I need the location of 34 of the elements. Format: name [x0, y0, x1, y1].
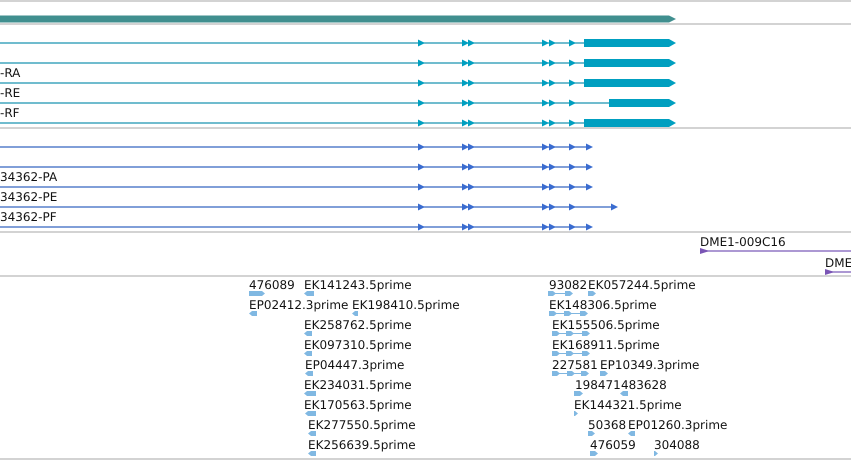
est-label: EK168911.5prime [552, 338, 660, 352]
protein-label: 34362-PE [0, 190, 58, 204]
est-label: EK141243.5prime [304, 278, 412, 292]
est-label: 50368 [588, 418, 626, 432]
est-label: EK057244.5prime [588, 278, 696, 292]
est-label: EK155506.5prime [552, 318, 660, 332]
protein-label: 34362-PA [0, 170, 58, 184]
est-label: 93082 [549, 278, 588, 292]
transcript-label: -RA [0, 66, 20, 80]
est-label: EP04447.3prime [305, 358, 404, 372]
transcript-label: -RE [0, 86, 20, 100]
est-label: EK198410.5prime [352, 298, 460, 312]
clone-label: DME [825, 256, 851, 270]
est-label: 476059 [590, 438, 636, 452]
est-label: EK258762.5prime [304, 318, 412, 332]
est-label: EP10349.3prime [600, 358, 700, 372]
est-label: EK148306.5prime [549, 298, 657, 312]
est-label: EK277550.5prime [308, 418, 416, 432]
clone-marker [825, 269, 851, 275]
est-label: EP01260.3prime [628, 418, 728, 432]
est-label: 483628 [621, 378, 667, 392]
est-label: 198471 [575, 378, 621, 392]
est-label: 476089 [249, 278, 295, 292]
est-label: EK234031.5prime [304, 378, 412, 392]
protein-label: 34362-PF [0, 210, 57, 224]
est-label: 227581 [552, 358, 598, 372]
transcript-label: -RF [0, 106, 20, 120]
est-label: EK256639.5prime [308, 438, 416, 452]
est-label: EK144321.5prime [574, 398, 682, 412]
est-label: EK170563.5prime [304, 398, 412, 412]
est-label: 304088 [654, 438, 700, 452]
clone-label: DME1-009C16 [700, 235, 786, 249]
est-label: EK097310.5prime [304, 338, 412, 352]
est-label: EP02412.3prime [249, 298, 348, 312]
